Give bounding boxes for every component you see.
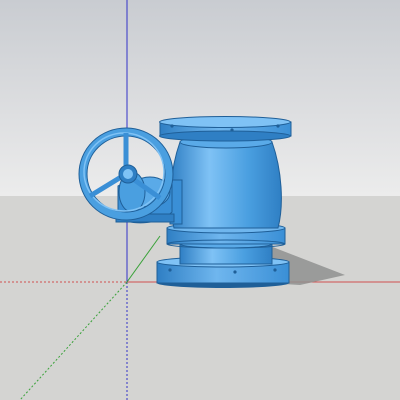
3d-viewport[interactable]	[0, 0, 400, 400]
scene-canvas[interactable]	[0, 0, 400, 400]
valve-body[interactable]	[169, 135, 282, 229]
top-flange[interactable]	[159, 116, 292, 142]
